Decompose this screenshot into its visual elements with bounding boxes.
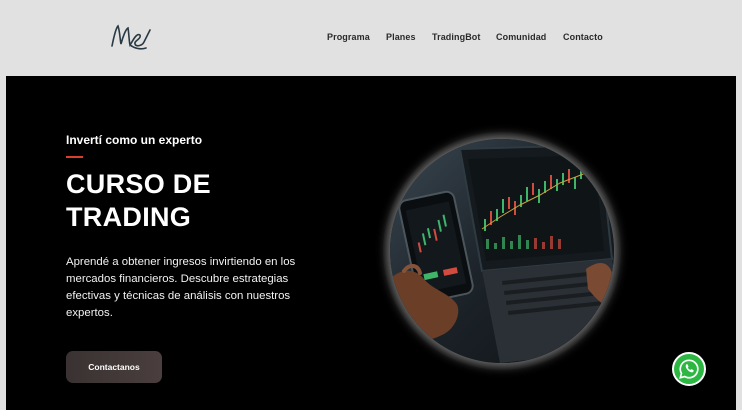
hero-image-frame (383, 132, 621, 370)
site-header: Programa Planes TradingBot Comunidad Con… (0, 0, 742, 76)
hero-title-line1: CURSO DE (66, 169, 211, 199)
hero-description: Aprendé a obtener ingresos invirtiendo e… (66, 256, 296, 319)
hero-title: CURSO DE TRADING (66, 168, 286, 234)
hero-eyebrow: Invertí como un experto (66, 133, 203, 147)
whatsapp-button[interactable] (672, 352, 706, 386)
logo[interactable] (108, 20, 156, 54)
hero-title-line2: TRADING (66, 202, 192, 232)
nav-comunidad[interactable]: Comunidad (496, 32, 546, 42)
hero-section: Invertí como un experto CURSO DE TRADING… (6, 76, 736, 410)
accent-divider (66, 156, 83, 158)
contact-button[interactable]: Contactanos (66, 351, 162, 383)
trading-photo-icon (390, 139, 614, 363)
nav-contacto[interactable]: Contacto (563, 32, 603, 42)
nav-programa[interactable]: Programa (327, 32, 370, 42)
whatsapp-icon (679, 359, 699, 379)
nav-planes[interactable]: Planes (386, 32, 416, 42)
nav-tradingbot[interactable]: TradingBot (432, 32, 481, 42)
